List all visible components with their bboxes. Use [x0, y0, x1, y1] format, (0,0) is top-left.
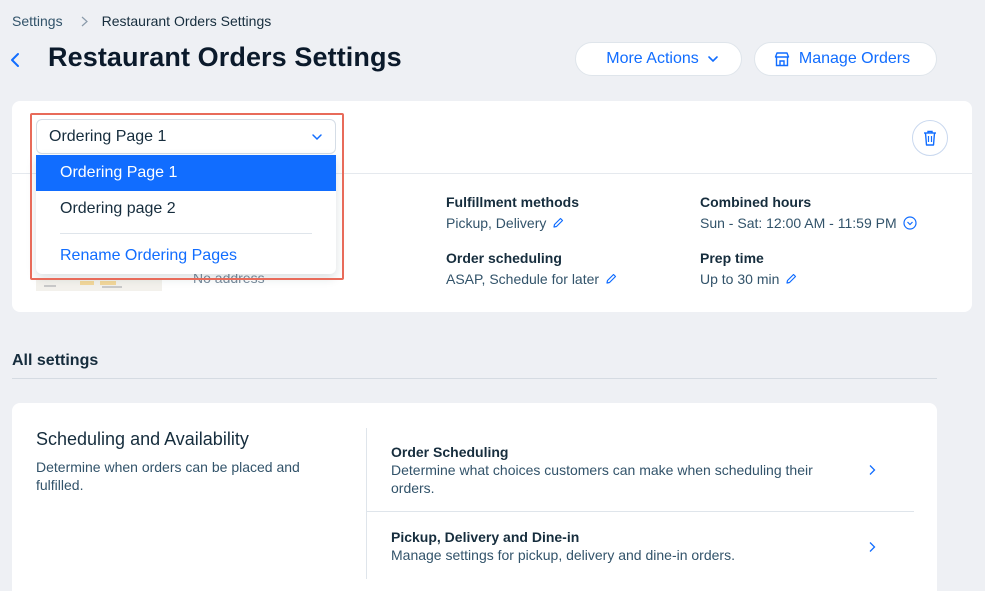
pencil-icon[interactable] [605, 273, 617, 285]
trash-icon [922, 129, 938, 147]
row-title: Pickup, Delivery and Dine-in [391, 529, 580, 545]
fulfillment-text: Pickup, Delivery [446, 215, 547, 231]
row-description: Determine what choices customers can mak… [391, 462, 813, 496]
highlight-box [30, 113, 344, 280]
row-title: Order Scheduling [391, 444, 509, 460]
manage-orders-label: Manage Orders [798, 50, 911, 67]
chevron-circle-down-icon[interactable] [903, 216, 917, 230]
prep-text: Up to 30 min [700, 271, 780, 287]
page-title: Restaurant Orders Settings [48, 42, 402, 72]
store-icon [773, 50, 791, 68]
section-divider [12, 378, 937, 379]
hours-label: Combined hours [700, 194, 812, 210]
breadcrumb-settings[interactable]: Settings [12, 13, 63, 29]
more-actions-button[interactable]: More Actions [575, 42, 742, 76]
scheduling-label: Order scheduling [446, 250, 562, 266]
all-settings-title: All settings [12, 352, 99, 369]
settings-row-order-scheduling[interactable]: Order Scheduling Determine what choices … [367, 428, 914, 511]
fulfillment-value: Pickup, Delivery [446, 215, 564, 231]
more-actions-label: More Actions [606, 50, 699, 67]
hours-text: Sun - Sat: 12:00 AM - 11:59 PM [700, 215, 897, 231]
row-description: Manage settings for pickup, delivery and… [391, 547, 735, 563]
breadcrumb-current: Restaurant Orders Settings [101, 13, 272, 29]
scheduling-group-description: Determine when orders can be placed and … [36, 459, 300, 493]
scheduling-text: ASAP, Schedule for later [446, 271, 600, 287]
delete-button[interactable] [912, 120, 948, 156]
scheduling-value: ASAP, Schedule for later [446, 271, 617, 287]
breadcrumb: Settings Restaurant Orders Settings [12, 12, 271, 30]
prep-value: Up to 30 min [700, 271, 797, 287]
chevron-right-icon [867, 540, 877, 558]
settings-row-pickup-delivery[interactable]: Pickup, Delivery and Dine-in Manage sett… [367, 512, 914, 579]
chevron-right-icon [81, 16, 88, 27]
prep-label: Prep time [700, 250, 764, 266]
hours-value: Sun - Sat: 12:00 AM - 11:59 PM [700, 215, 917, 231]
chevron-right-icon [867, 463, 877, 481]
pencil-icon[interactable] [785, 273, 797, 285]
fulfillment-label: Fulfillment methods [446, 194, 579, 210]
pencil-icon[interactable] [552, 217, 564, 229]
manage-orders-button[interactable]: Manage Orders [754, 42, 937, 76]
scheduling-group-title: Scheduling and Availability [36, 429, 249, 449]
chevron-down-icon [707, 55, 719, 63]
back-arrow-icon[interactable] [10, 50, 26, 70]
